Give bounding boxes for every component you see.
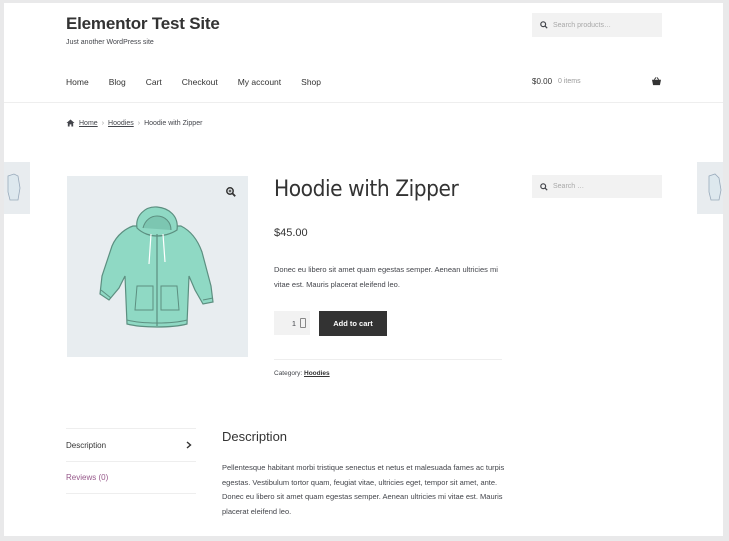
next-product-tab[interactable] bbox=[697, 162, 723, 214]
hoodie-thumbnail-icon bbox=[7, 173, 21, 201]
tab-description[interactable]: Description bbox=[66, 428, 196, 461]
tab-reviews[interactable]: Reviews (0) bbox=[66, 461, 196, 494]
product-image[interactable] bbox=[67, 176, 248, 357]
search-icon bbox=[540, 21, 548, 29]
page: Elementor Test Site Just another WordPre… bbox=[4, 3, 723, 536]
nav-item-blog[interactable]: Blog bbox=[109, 77, 126, 87]
breadcrumb-separator: › bbox=[101, 119, 105, 127]
home-icon bbox=[66, 119, 75, 127]
product-short-description: Donec eu libero sit amet quam egestas se… bbox=[274, 265, 498, 289]
nav-item-shop[interactable]: Shop bbox=[301, 77, 321, 87]
nav-item-checkout[interactable]: Checkout bbox=[182, 77, 218, 87]
chevron-right-icon bbox=[186, 441, 192, 449]
search-placeholder: Search products… bbox=[553, 21, 611, 29]
zoom-icon[interactable] bbox=[226, 187, 236, 197]
previous-product-tab[interactable] bbox=[4, 162, 30, 214]
site-title[interactable]: Elementor Test Site bbox=[66, 14, 220, 34]
tab-label: Reviews (0) bbox=[66, 473, 109, 482]
basket-icon bbox=[652, 77, 661, 86]
description-body: Pellentesque habitant morbi tristique se… bbox=[222, 463, 505, 516]
tab-label: Description bbox=[66, 440, 107, 450]
breadcrumb: Home › Hoodies › Hoodie with Zipper bbox=[66, 119, 202, 127]
breadcrumb-home[interactable]: Home bbox=[79, 120, 98, 127]
quantity-stepper[interactable]: 1 bbox=[274, 311, 310, 335]
category-label: Category: bbox=[274, 370, 303, 377]
site-header: Elementor Test Site Just another WordPre… bbox=[4, 3, 723, 103]
cart-amount: $0.00 bbox=[532, 77, 553, 86]
product-search-input[interactable]: Search products… bbox=[532, 13, 662, 37]
primary-nav: Home Blog Cart Checkout My account Shop bbox=[66, 77, 341, 87]
hoodie-image bbox=[99, 206, 214, 328]
quantity-value: 1 bbox=[291, 318, 296, 328]
product-title: Hoodie with Zipper bbox=[274, 177, 459, 202]
stepper-arrows-icon[interactable] bbox=[300, 318, 306, 328]
product-price: $45.00 bbox=[274, 227, 308, 239]
search-icon bbox=[540, 182, 548, 191]
cart-count: 0 items bbox=[558, 78, 581, 85]
add-to-cart-button[interactable]: Add to cart bbox=[319, 311, 387, 336]
breadcrumb-current: Hoodie with Zipper bbox=[144, 119, 203, 127]
breadcrumb-separator: › bbox=[137, 119, 141, 127]
sidebar-search-input[interactable]: Search … bbox=[532, 175, 662, 198]
hoodie-thumbnail-icon bbox=[708, 173, 722, 201]
description-heading: Description bbox=[222, 429, 288, 444]
nav-item-home[interactable]: Home bbox=[66, 77, 89, 87]
product-meta: Category: Hoodies bbox=[274, 370, 330, 377]
product-tabs: Description Reviews (0) bbox=[66, 428, 196, 494]
category-link[interactable]: Hoodies bbox=[304, 370, 330, 377]
nav-item-cart[interactable]: Cart bbox=[146, 77, 162, 87]
search-placeholder: Search … bbox=[553, 183, 585, 190]
nav-item-my-account[interactable]: My account bbox=[238, 77, 281, 87]
divider bbox=[274, 359, 502, 360]
header-cart[interactable]: $0.00 0 items bbox=[532, 77, 662, 86]
breadcrumb-category[interactable]: Hoodies bbox=[108, 120, 134, 127]
site-tagline: Just another WordPress site bbox=[66, 39, 154, 46]
